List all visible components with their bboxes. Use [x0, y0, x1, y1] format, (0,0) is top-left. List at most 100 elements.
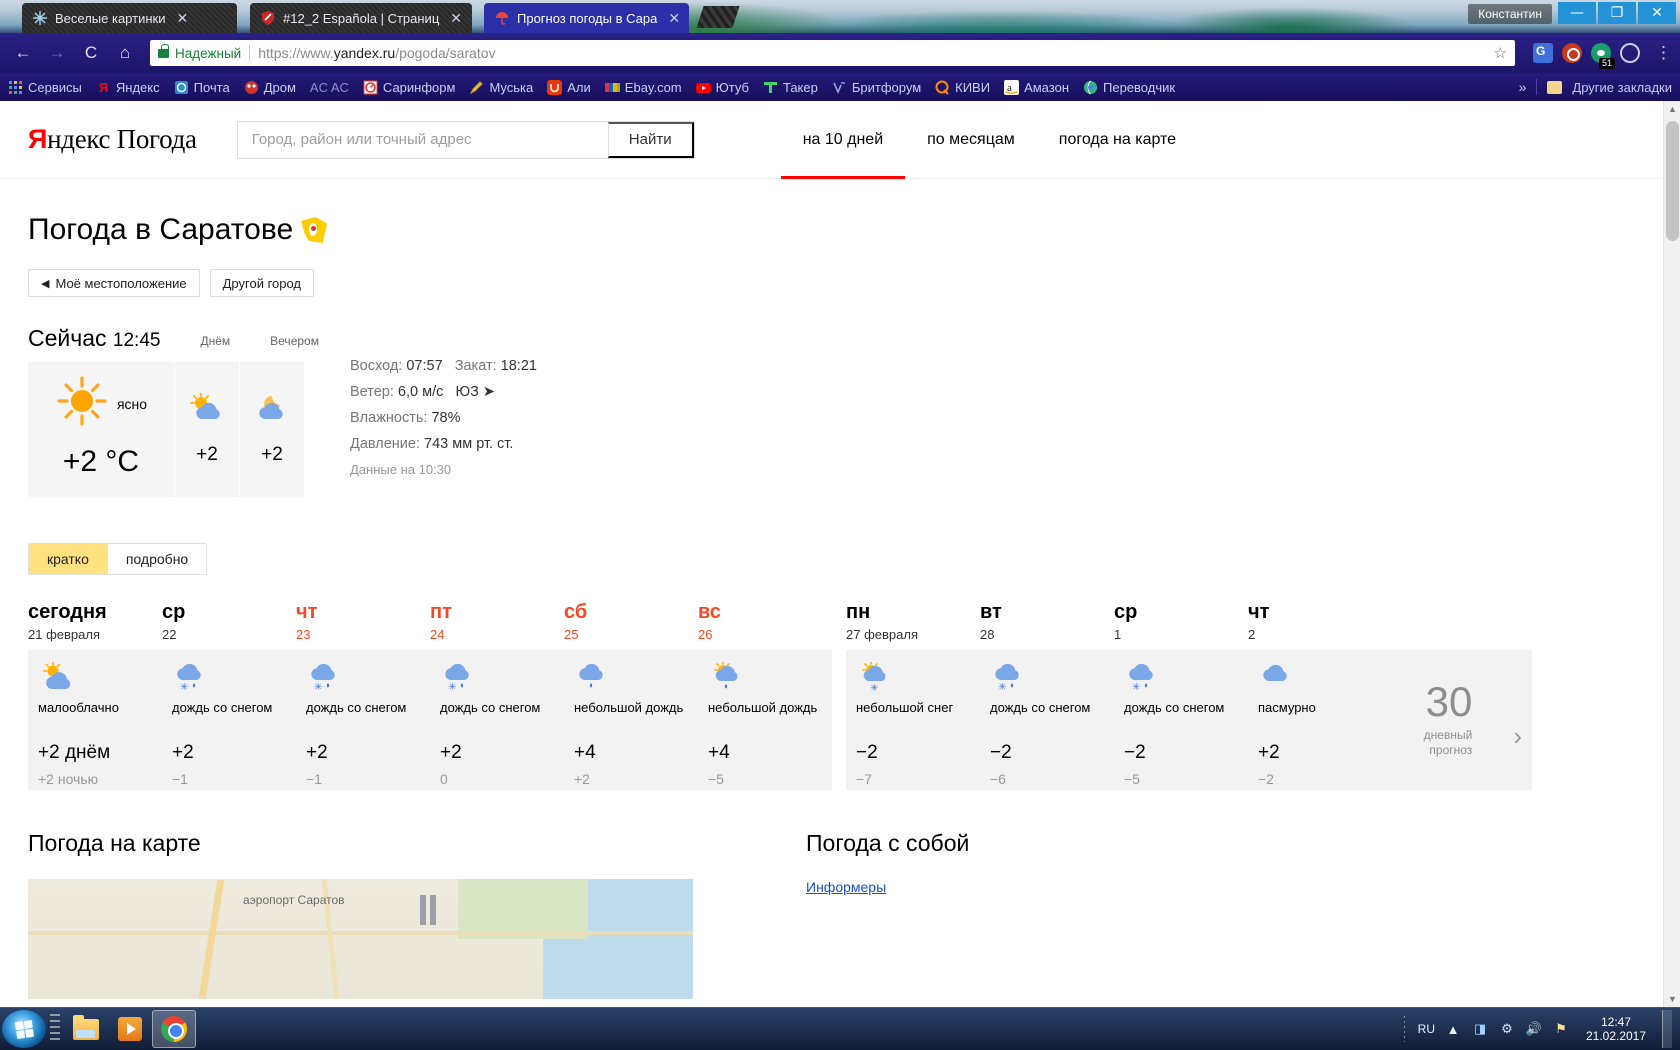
day-of-week: пн [846, 601, 980, 624]
google-translate-icon[interactable] [1533, 43, 1553, 63]
forecast-day-card[interactable]: ✳ дождь со снегом +2 −1 [296, 650, 430, 790]
maximize-button[interactable]: ❐ [1598, 2, 1636, 24]
bookmark-item[interactable]: AC AC [310, 80, 349, 95]
day-card[interactable]: +2 [175, 362, 239, 497]
yandex-pogoda-logo[interactable]: Яндекс Погода [28, 124, 197, 155]
browser-tab-2[interactable]: #12_2 Española | Страниц ✕ [250, 3, 472, 33]
forecast-night-temp: +2 [574, 771, 688, 787]
bookmark-item[interactable]: Дром [244, 80, 296, 95]
now-card[interactable]: ясно +2 °C [28, 362, 174, 497]
tab-by-months[interactable]: по месяцам [905, 101, 1037, 179]
evening-card[interactable]: +2 [240, 362, 304, 497]
minimize-button[interactable]: — [1558, 2, 1596, 24]
bookmark-item[interactable]: Муська [469, 80, 533, 95]
bookmark-item[interactable]: Бритфорум [832, 80, 921, 95]
wind-row: Ветер: 6,0 м/с ЮЗ ➤ [350, 384, 537, 400]
show-hidden-icon[interactable]: ▲ [1444, 1020, 1462, 1038]
start-button[interactable] [2, 1010, 46, 1048]
tab-weather-map[interactable]: погода на карте [1037, 101, 1198, 179]
mail-icon [174, 80, 189, 95]
forecast-day-card[interactable]: ✳ небольшой снег −2 −7 [846, 650, 980, 790]
forecast-header: вс26 [698, 601, 832, 642]
weather-map-section: Погода на карте аэропорт Саратов [28, 830, 776, 999]
taskbar-item-chrome[interactable] [152, 1010, 196, 1048]
taskbar-item-media-player[interactable] [108, 1010, 152, 1048]
bookmark-item[interactable]: a Амазон [1004, 80, 1069, 95]
forecast-header: ср22 [162, 601, 296, 642]
address-bar[interactable]: Надежный https://www.yandex.ru/pogoda/sa… [150, 40, 1515, 66]
forecast-day-card[interactable]: малооблачно +2 днём +2 ночью [28, 650, 162, 790]
partly-cloudy-icon [187, 393, 227, 428]
settings-icon[interactable]: ⚙ [1498, 1020, 1516, 1038]
bookmark-star-icon[interactable]: ☆ [1494, 44, 1507, 62]
other-bookmarks-label[interactable]: Другие закладки [1572, 80, 1672, 95]
pressure-value: 743 мм рт. ст. [424, 436, 513, 452]
tab-10-days[interactable]: на 10 дней [781, 101, 905, 179]
forecast-day-card[interactable]: ✳ дождь со снегом +2 0 [430, 650, 564, 790]
bookmark-item[interactable]: Такер [763, 80, 818, 95]
show-desktop-button[interactable] [1662, 1010, 1672, 1048]
qiwi-icon [935, 80, 950, 95]
forecast-day-card[interactable]: ✳ дождь со снегом +2 −1 [162, 650, 296, 790]
bookmark-item[interactable]: Почта [174, 80, 230, 95]
shield-favicon [260, 10, 276, 26]
network-icon[interactable]: ◨ [1471, 1020, 1489, 1038]
clock-date: 21.02.2017 [1579, 1029, 1653, 1043]
extensions-area: 51 ⋮ [1525, 43, 1672, 63]
bookmark-item[interactable]: Переводчик [1083, 80, 1175, 95]
bookmark-item[interactable]: Я Яндекс [96, 80, 160, 95]
taskbar-item-explorer[interactable] [64, 1010, 108, 1048]
scroll-up-icon[interactable]: ▲ [1668, 104, 1677, 114]
quick-launch-grip[interactable] [50, 1014, 60, 1044]
find-button[interactable]: Найти [608, 122, 694, 158]
forecast-day-card[interactable]: небольшой дождь +4 +2 [564, 650, 698, 790]
chrome-menu-icon[interactable]: ⋮ [1655, 43, 1672, 63]
volume-icon[interactable]: 🔊 [1525, 1020, 1543, 1038]
browser-toolbar: ← → C ⌂ Надежный https://www.yandex.ru/p… [0, 33, 1680, 73]
bookmark-item[interactable]: Саринформ [363, 80, 456, 95]
close-icon[interactable]: ✕ [176, 10, 188, 27]
city-search-box[interactable]: Найти [237, 121, 695, 159]
toggle-brief[interactable]: кратко [29, 544, 107, 574]
bookmark-item[interactable]: Ютуб [696, 80, 749, 95]
window-user-label[interactable]: Константин [1468, 4, 1552, 24]
forecast-header: ср1 [1114, 601, 1248, 642]
humidity-value: 78% [431, 410, 460, 426]
browser-tab-1[interactable]: Веселые картинки ✕ [22, 3, 237, 33]
bookmarks-overflow-icon[interactable]: » [1519, 79, 1527, 95]
taskbar-clock[interactable]: 12:47 21.02.2017 [1579, 1015, 1653, 1043]
close-window-button[interactable]: ✕ [1638, 2, 1676, 24]
globe-icon[interactable] [1620, 43, 1640, 63]
scroll-down-icon[interactable]: ▼ [1668, 994, 1677, 1004]
other-city-button[interactable]: Другой город [210, 269, 314, 297]
close-icon[interactable]: ✕ [450, 10, 462, 27]
bookmark-item[interactable]: Али [547, 80, 591, 95]
language-indicator[interactable]: RU [1418, 1022, 1435, 1036]
monthly-forecast-link[interactable]: 30 дневный прогноз › [1382, 650, 1532, 790]
search-input[interactable] [238, 122, 608, 158]
forward-icon[interactable]: → [42, 39, 72, 67]
adblock-icon[interactable] [1562, 43, 1582, 63]
forecast-day-card[interactable]: небольшой дождь +4 −5 [698, 650, 832, 790]
informers-link[interactable]: Информеры [806, 879, 969, 895]
toggle-detailed[interactable]: подробно [107, 544, 206, 574]
browser-tab-3-active[interactable]: Прогноз погоды в Сара ✕ [484, 3, 689, 33]
my-location-button[interactable]: ◀ Моё местоположение [28, 269, 200, 297]
forecast-day-card[interactable]: ✳ дождь со снегом −2 −5 [1114, 650, 1248, 790]
forecast-day-card[interactable]: ✳ дождь со снегом −2 −6 [980, 650, 1114, 790]
eye-extension-icon[interactable]: 51 [1591, 43, 1611, 63]
weather-map-preview[interactable]: аэропорт Саратов [28, 879, 693, 999]
reload-icon[interactable]: C [76, 39, 106, 67]
home-icon[interactable]: ⌂ [110, 39, 140, 67]
forecast-day-card[interactable]: пасмурно +2 −2 [1248, 650, 1382, 790]
flag-icon[interactable]: ⚑ [1552, 1020, 1570, 1038]
bookmark-item[interactable]: Сервисы [8, 80, 82, 95]
bookmarks-bar: Сервисы Я Яндекс Почта Дром AC AC Саринф… [0, 73, 1680, 101]
back-icon[interactable]: ← [8, 39, 38, 67]
scrollbar-thumb[interactable] [1666, 121, 1679, 241]
bookmark-item[interactable]: КИВИ [935, 80, 990, 95]
close-icon[interactable]: ✕ [668, 10, 680, 27]
bookmark-label: Бритфорум [852, 80, 921, 95]
page-scrollbar[interactable]: ▲ ▼ [1663, 101, 1680, 1007]
bookmark-item[interactable]: Ebay.com [605, 80, 682, 95]
